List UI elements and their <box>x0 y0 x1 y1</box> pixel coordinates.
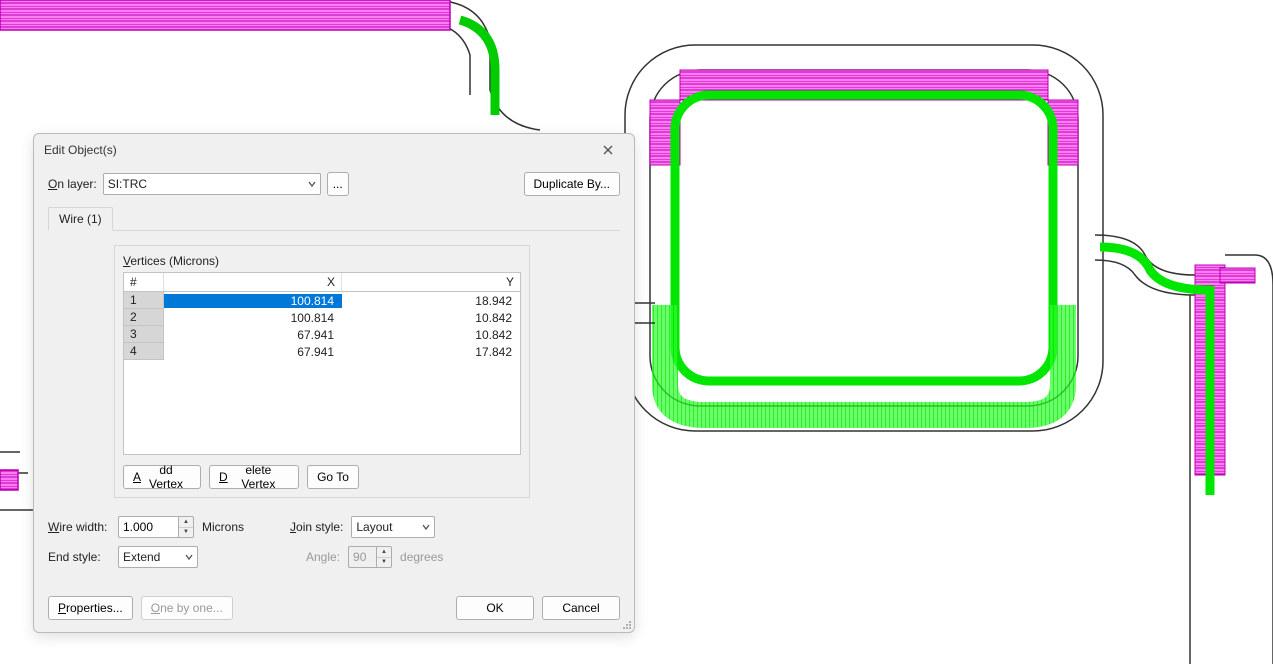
edit-object-dialog: Edit Object(s) On layer: SI:TRC ... Dupl… <box>33 133 635 633</box>
vertices-panel: Vertices (Microns) # X Y 1100.81418.9422… <box>114 245 530 498</box>
goto-button[interactable]: Go To <box>307 465 359 489</box>
row-y[interactable]: 10.842 <box>342 328 520 342</box>
row-index: 2 <box>124 309 164 326</box>
row-y[interactable]: 17.842 <box>342 345 520 359</box>
wire-tabbar: Wire (1) <box>48 206 620 231</box>
col-index[interactable]: # <box>124 273 164 291</box>
one-by-one-button: One by one... <box>141 596 233 620</box>
table-row[interactable]: 367.94110.842 <box>124 326 520 343</box>
degrees-label: degrees <box>400 550 443 564</box>
end-style-label: End style: <box>48 550 110 564</box>
delete-vertex-button[interactable]: Delete Vertex <box>209 465 299 489</box>
tab-wire[interactable]: Wire (1) <box>48 207 113 231</box>
table-row[interactable]: 2100.81410.842 <box>124 309 520 326</box>
join-style-label: Join style: <box>290 520 343 534</box>
row-x[interactable]: 100.814 <box>164 311 342 325</box>
dialog-titlebar: Edit Object(s) <box>34 134 634 166</box>
col-x[interactable]: X <box>164 273 342 291</box>
vertices-grid[interactable]: # X Y 1100.81418.9422100.81410.842367.94… <box>123 272 521 455</box>
cancel-button[interactable]: Cancel <box>542 596 620 620</box>
row-y[interactable]: 10.842 <box>342 311 520 325</box>
col-y[interactable]: Y <box>342 273 520 291</box>
chevron-down-icon <box>422 523 430 531</box>
row-x[interactable]: 67.941 <box>164 328 342 342</box>
row-y[interactable]: 18.942 <box>342 294 520 308</box>
table-row[interactable]: 467.94117.842 <box>124 343 520 360</box>
spin-up-icon: ▲ <box>377 547 391 558</box>
angle-label: Angle: <box>306 550 340 564</box>
angle-input <box>348 546 376 568</box>
chevron-down-icon <box>185 553 193 561</box>
ok-button[interactable]: OK <box>456 596 534 620</box>
layer-combo[interactable]: SI:TRC <box>103 173 321 195</box>
dialog-title: Edit Object(s) <box>44 143 592 157</box>
vertices-caption: Vertices (Microns) <box>123 254 521 268</box>
wire-width-label: Wire width: <box>48 520 110 534</box>
join-style-combo[interactable]: Layout <box>351 516 435 538</box>
add-vertex-button[interactable]: Add Vertex <box>123 465 201 489</box>
microns-label: Microns <box>202 520 244 534</box>
duplicate-by-button[interactable]: Duplicate By... <box>524 172 620 196</box>
properties-button[interactable]: Properties... <box>48 596 133 620</box>
end-style-combo[interactable]: Extend <box>118 546 198 568</box>
layer-browse-button[interactable]: ... <box>327 172 349 196</box>
row-index: 4 <box>124 343 164 360</box>
wire-width-input[interactable] <box>118 516 178 538</box>
on-layer-label: On layer: <box>48 177 97 191</box>
row-index: 1 <box>124 292 164 309</box>
row-index: 3 <box>124 326 164 343</box>
angle-spinner: ▲▼ <box>348 546 392 568</box>
wire-width-spinner[interactable]: ▲▼ <box>118 516 194 538</box>
row-x[interactable]: 100.814 <box>164 294 342 308</box>
layer-combo-value: SI:TRC <box>108 177 147 191</box>
close-button[interactable] <box>592 138 624 162</box>
spin-down-icon[interactable]: ▼ <box>179 528 193 538</box>
spin-up-icon[interactable]: ▲ <box>179 517 193 528</box>
row-x[interactable]: 67.941 <box>164 345 342 359</box>
chevron-down-icon <box>308 180 316 188</box>
resize-grip-icon[interactable] <box>620 618 632 630</box>
close-icon <box>603 145 613 155</box>
table-row[interactable]: 1100.81418.942 <box>124 292 520 309</box>
spin-down-icon: ▼ <box>377 558 391 568</box>
